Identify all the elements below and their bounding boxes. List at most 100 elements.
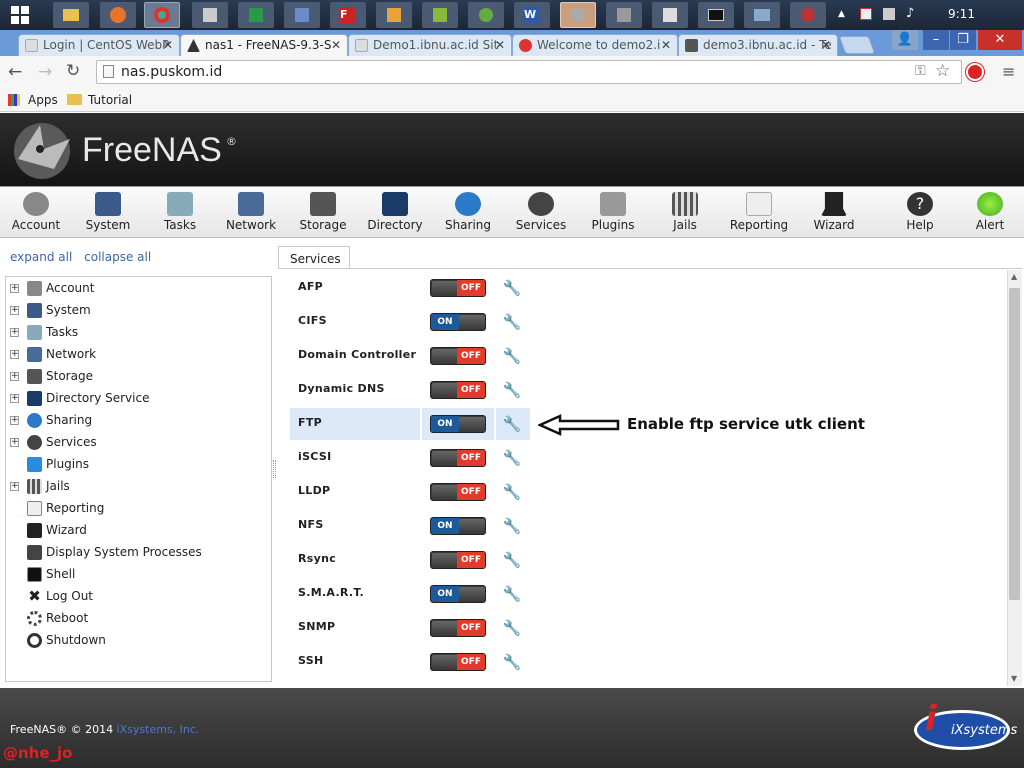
expand-all-link[interactable]: expand all xyxy=(10,250,72,264)
tree-item-services[interactable]: + Services xyxy=(6,433,266,453)
volume-icon[interactable]: ♪ xyxy=(906,6,914,21)
service-toggle-domain-controller[interactable]: OFF xyxy=(430,347,486,365)
minimize-button[interactable]: – xyxy=(923,30,949,50)
toolbar-account[interactable]: Account xyxy=(6,187,66,237)
service-toggle-ftp[interactable]: ON xyxy=(430,415,486,433)
wrench-icon[interactable]: 🔧 xyxy=(502,313,522,333)
wrench-icon[interactable]: 🔧 xyxy=(502,347,522,367)
toolbar-tasks[interactable]: Tasks xyxy=(150,187,210,237)
service-toggle-iscsi[interactable]: OFF xyxy=(430,449,486,467)
expand-icon[interactable]: + xyxy=(10,372,19,381)
tree-item-wizard[interactable]: Wizard xyxy=(6,521,266,541)
back-icon[interactable]: ← xyxy=(8,62,22,82)
word-icon[interactable]: W xyxy=(514,2,550,28)
wrench-icon[interactable]: 🔧 xyxy=(502,449,522,469)
tree-item-display-system-processes[interactable]: Display System Processes xyxy=(6,543,266,563)
expand-icon[interactable]: + xyxy=(10,438,19,447)
tree-item-storage[interactable]: + Storage xyxy=(6,367,266,387)
profile-icon[interactable]: 👤 xyxy=(892,30,918,50)
star-icon[interactable]: ☆ xyxy=(935,61,950,81)
expand-icon[interactable]: + xyxy=(10,306,19,315)
service-toggle-dynamic-dns[interactable]: OFF xyxy=(430,381,486,399)
service-toggle-cifs[interactable]: ON xyxy=(430,313,486,331)
toolbar-alert[interactable]: Alert xyxy=(960,187,1020,237)
wrench-icon[interactable]: 🔧 xyxy=(502,585,522,605)
tree-item-account[interactable]: + Account xyxy=(6,279,266,299)
service-toggle-snmp[interactable]: OFF xyxy=(430,619,486,637)
expand-icon[interactable]: + xyxy=(10,482,19,491)
service-toggle-rsync[interactable]: OFF xyxy=(430,551,486,569)
scrollbar-thumb[interactable] xyxy=(1009,288,1020,600)
url-text[interactable]: nas.puskom.id xyxy=(121,64,222,80)
tree-item-reporting[interactable]: Reporting xyxy=(6,499,266,519)
collapse-all-link[interactable]: collapse all xyxy=(84,250,151,264)
close-window-button[interactable]: ✕ xyxy=(978,30,1022,50)
scroll-up-icon[interactable]: ▲ xyxy=(1011,272,1017,281)
expand-icon[interactable]: + xyxy=(10,416,19,425)
toolbar-network[interactable]: Network xyxy=(221,187,281,237)
restore-button[interactable]: ❐ xyxy=(950,30,976,50)
toolbar-plugins[interactable]: Plugins xyxy=(583,187,643,237)
clock[interactable]: 9:11 xyxy=(948,7,975,21)
tray-expand-icon[interactable]: ▲ xyxy=(838,9,845,19)
app-icon[interactable] xyxy=(652,2,688,28)
wrench-icon[interactable]: 🔧 xyxy=(502,619,522,639)
service-toggle-nfs[interactable]: ON xyxy=(430,517,486,535)
close-icon[interactable]: ✕ xyxy=(495,38,505,52)
tab-demo2[interactable]: Welcome to demo2.i ✕ xyxy=(512,34,678,56)
service-toggle-afp[interactable]: OFF xyxy=(430,279,486,297)
service-toggle-smart[interactable]: ON xyxy=(430,585,486,603)
bookmark-apps[interactable]: Apps xyxy=(28,93,58,107)
toolbar-sharing[interactable]: Sharing xyxy=(438,187,498,237)
tree-item-shell[interactable]: Shell xyxy=(6,565,266,585)
close-icon[interactable]: ✕ xyxy=(331,38,341,52)
splitter-handle[interactable] xyxy=(273,460,276,478)
app-icon[interactable] xyxy=(376,2,412,28)
tree-item-reboot[interactable]: Reboot xyxy=(6,609,266,629)
tab-demo3[interactable]: demo3.ibnu.ac.id - Te ✕ xyxy=(678,34,838,56)
tree-item-network[interactable]: + Network xyxy=(6,345,266,365)
expand-icon[interactable]: + xyxy=(10,394,19,403)
close-icon[interactable]: ✕ xyxy=(821,38,831,52)
wrench-icon[interactable]: 🔧 xyxy=(502,551,522,571)
toolbar-storage[interactable]: Storage xyxy=(293,187,353,237)
tree-item-plugins[interactable]: Plugins xyxy=(6,455,266,475)
tab-demo1[interactable]: Demo1.ibnu.ac.id Sit ✕ xyxy=(348,34,512,56)
wrench-icon[interactable]: 🔧 xyxy=(502,653,522,673)
windows-start-icon[interactable] xyxy=(4,2,36,28)
toolbar-jails[interactable]: Jails xyxy=(655,187,715,237)
toolbar-system[interactable]: System xyxy=(78,187,138,237)
menu-icon[interactable]: ≡ xyxy=(1002,62,1015,81)
tab-freenas[interactable]: nas1 - FreeNAS-9.3-S ✕ xyxy=(180,34,348,56)
forward-icon[interactable]: → xyxy=(38,62,52,82)
wrench-icon[interactable]: 🔧 xyxy=(502,517,522,537)
app-icon[interactable] xyxy=(468,2,504,28)
wrench-icon[interactable]: 🔧 xyxy=(502,415,522,435)
tree-item-directory-service[interactable]: + Directory Service xyxy=(6,389,266,409)
toolbar-services[interactable]: Services xyxy=(511,187,571,237)
tab-centos[interactable]: Login | CentOS WebP ✕ xyxy=(18,34,180,56)
toolbar-help[interactable]: ? Help xyxy=(890,187,950,237)
url-field[interactable]: nas.puskom.id ⚿ ☆ xyxy=(96,60,962,84)
tray-icon[interactable] xyxy=(860,8,872,20)
virtualbox-icon[interactable] xyxy=(284,2,320,28)
toolbar-directory[interactable]: Directory xyxy=(365,187,425,237)
service-toggle-ssh[interactable]: OFF xyxy=(430,653,486,671)
tree-item-tasks[interactable]: + Tasks xyxy=(6,323,266,343)
toolbar-reporting[interactable]: Reporting xyxy=(726,187,792,237)
chrome-icon[interactable] xyxy=(144,2,180,28)
firefox-icon[interactable] xyxy=(100,2,136,28)
adblock-icon[interactable] xyxy=(966,63,984,81)
wrench-icon[interactable]: 🔧 xyxy=(502,483,522,503)
expand-icon[interactable]: + xyxy=(10,328,19,337)
reload-icon[interactable]: ↻ xyxy=(66,61,80,81)
tree-item-jails[interactable]: + Jails xyxy=(6,477,266,497)
ixsystems-link[interactable]: iXsystems, Inc. xyxy=(117,723,200,736)
key-icon[interactable]: ⚿ xyxy=(915,63,926,79)
file-explorer-icon[interactable] xyxy=(53,2,89,28)
cmd-icon[interactable] xyxy=(698,2,734,28)
apps-icon[interactable] xyxy=(8,94,20,106)
new-tab-button[interactable] xyxy=(838,36,876,54)
expand-icon[interactable]: + xyxy=(10,284,19,293)
tree-item-shutdown[interactable]: Shutdown xyxy=(6,631,266,651)
